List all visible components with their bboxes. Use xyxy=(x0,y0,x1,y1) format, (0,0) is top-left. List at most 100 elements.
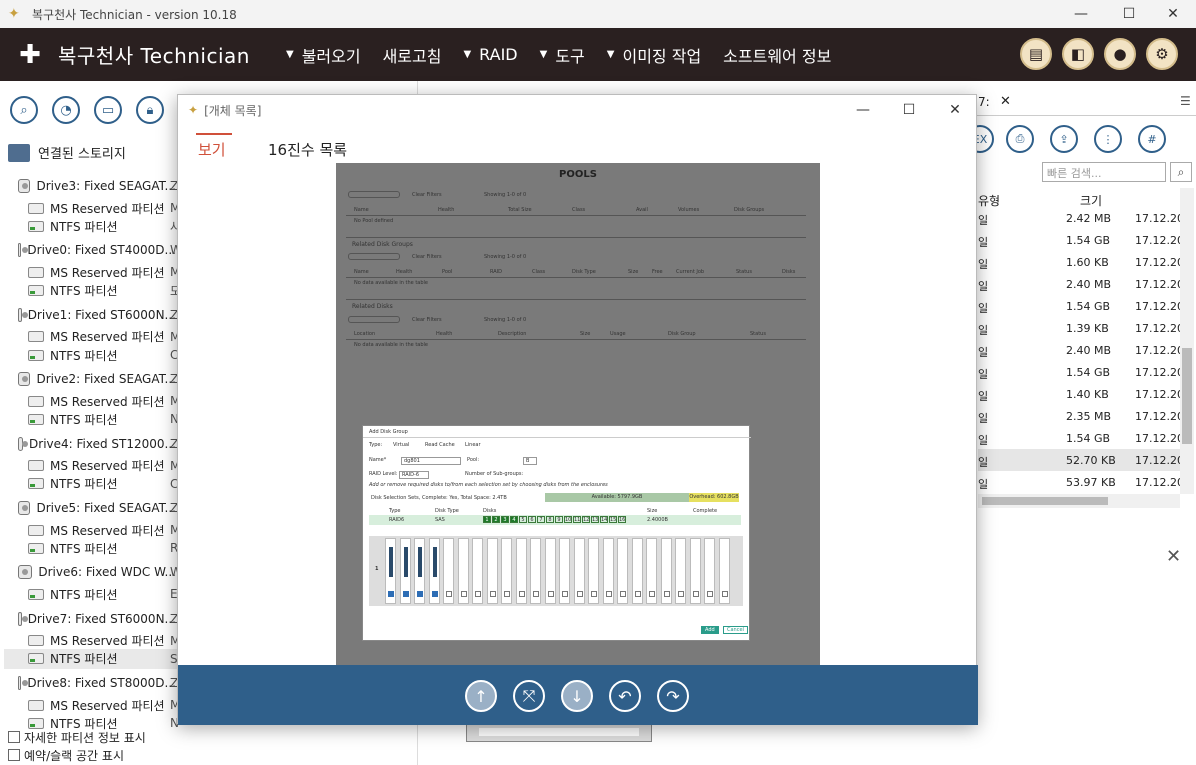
storage-icon xyxy=(8,143,30,162)
close-icon[interactable]: ✕ xyxy=(1166,546,1181,567)
partition-icon xyxy=(28,478,44,490)
hard-drive-icon xyxy=(18,307,28,322)
user-icon[interactable]: ● xyxy=(1104,38,1136,70)
file-row[interactable]: 일 1.40 KB 17.12.202 xyxy=(978,383,1191,405)
slack-space-checkbox[interactable] xyxy=(8,749,20,761)
drive-item[interactable]: Drive7: Fixed ST6000N... xyxy=(18,609,176,629)
preview-col-header: Health xyxy=(436,331,453,337)
settings-gear-icon[interactable]: ⚙ xyxy=(1146,38,1178,70)
partition-item[interactable]: NTFS 파티션 xyxy=(28,538,176,558)
file-row[interactable]: 일 2.40 MB 17.12.202 xyxy=(978,273,1191,295)
partition-item[interactable]: NTFS 파티션 xyxy=(28,216,176,236)
panel-icon[interactable]: ◧ xyxy=(1062,38,1094,70)
available-bar: Available: 5797.9GB xyxy=(545,493,689,502)
partition-item[interactable]: NTFS 파티션 xyxy=(28,584,176,604)
partition-item[interactable]: MS Reserved 파티션 xyxy=(28,456,176,476)
tree-icon[interactable]: ⋮ xyxy=(1094,125,1122,153)
vertical-scrollbar[interactable] xyxy=(1180,188,1194,494)
fit-screen-icon[interactable]: ⤧ xyxy=(513,680,545,712)
quick-search-input[interactable]: 빠른 검색... xyxy=(1042,162,1166,182)
file-type: 일 xyxy=(978,434,989,447)
disk-number-box: 13 xyxy=(591,516,599,523)
drive-item[interactable]: Drive8: Fixed ST8000D... xyxy=(18,673,176,693)
scroll-thumb[interactable] xyxy=(982,497,1108,505)
disk-slot xyxy=(617,538,628,604)
detail-partition-label: 자세한 파티션 정보 표시 xyxy=(24,731,146,745)
partition-item[interactable]: MS Reserved 파티션 xyxy=(28,327,176,347)
tab-menu-icon[interactable]: ☰ xyxy=(1180,94,1191,108)
drive-icon[interactable]: ▭ xyxy=(94,96,122,124)
dialog-close-button[interactable]: ✕ xyxy=(932,95,978,125)
drive-item[interactable]: Drive4: Fixed ST12000... xyxy=(18,434,176,454)
drive-item[interactable]: Drive2: Fixed SEAGAT... xyxy=(18,369,176,389)
maximize-button[interactable]: ☐ xyxy=(1106,0,1152,28)
horizontal-scrollbar[interactable] xyxy=(978,494,1180,508)
arrow-up-icon[interactable]: ↑ xyxy=(465,680,497,712)
print-icon[interactable]: ⎙ xyxy=(1006,125,1034,153)
close-button[interactable]: ✕ xyxy=(1150,0,1196,28)
rotate-right-icon[interactable]: ↷ xyxy=(657,680,689,712)
file-row[interactable]: 일 1.60 KB 17.12.202 xyxy=(978,251,1191,273)
partition-item[interactable]: MS Reserved 파티션 xyxy=(28,520,176,540)
partition-item[interactable]: MS Reserved 파티션 xyxy=(28,631,176,651)
clear-filters: Clear Filters xyxy=(412,254,442,260)
tree-label: Drive4: Fixed ST12000... xyxy=(29,436,176,451)
drive-item[interactable]: Drive5: Fixed SEAGAT... xyxy=(18,498,176,518)
scroll-thumb[interactable] xyxy=(1182,348,1192,444)
rotate-left-icon[interactable]: ↶ xyxy=(609,680,641,712)
drive-item[interactable]: Drive6: Fixed WDC W... xyxy=(18,562,176,582)
navigation-bar: ↑ ⤧ ↓ ↶ ↷ xyxy=(178,665,978,725)
detail-partition-checkbox[interactable] xyxy=(8,731,20,743)
file-row[interactable]: 일 1.54 GB 17.12.202 xyxy=(978,427,1191,449)
partition-item[interactable]: NTFS 파티션 xyxy=(28,409,176,429)
export-icon[interactable]: ⇪ xyxy=(1050,125,1078,153)
tab-close-icon[interactable]: ✕ xyxy=(1000,94,1011,109)
dialog-maximize-button[interactable]: ☐ xyxy=(886,95,932,125)
menu-about[interactable]: 소프트웨어 정보 xyxy=(723,43,831,67)
scan-icon[interactable]: ◔ xyxy=(52,96,80,124)
menu-raid[interactable]: ▼ RAID xyxy=(463,45,517,64)
partition-item[interactable]: NTFS 파티션 xyxy=(28,345,176,365)
file-row[interactable]: 일 1.54 GB 17.12.202 xyxy=(978,229,1191,251)
hash-icon[interactable]: # xyxy=(1138,125,1166,153)
dialog-minimize-button[interactable]: — xyxy=(840,95,886,125)
partition-item[interactable]: NTFS 파티션 xyxy=(28,281,176,301)
file-row[interactable]: 일 2.42 MB 17.12.202 xyxy=(978,207,1191,229)
menu-refresh[interactable]: 새로고침 xyxy=(383,43,442,67)
lock-icon[interactable]: 🔒︎ xyxy=(136,96,164,124)
file-row[interactable]: 일 53.97 KB 17.12.202 xyxy=(978,471,1191,493)
file-row[interactable]: 일 1.39 KB 17.12.202 xyxy=(978,317,1191,339)
tab-hex[interactable]: 16진수 목록 xyxy=(268,139,347,160)
file-row[interactable]: 일 2.40 MB 17.12.202 xyxy=(978,339,1191,361)
file-tab-label[interactable]: 7: xyxy=(978,95,990,109)
disk-slot xyxy=(704,538,715,604)
tree-label: Drive2: Fixed SEAGAT... xyxy=(36,372,176,387)
app-name: 복구천사 Technician xyxy=(58,44,250,68)
partition-item[interactable]: MS Reserved 파티션 xyxy=(28,262,176,282)
file-row[interactable]: 일 1.54 GB 17.12.202 xyxy=(978,361,1191,383)
slot-checkbox xyxy=(663,591,670,597)
partition-item[interactable]: MS Reserved 파티션 xyxy=(28,391,176,411)
search-icon[interactable]: ⌕ xyxy=(10,96,38,124)
partition-item[interactable]: NTFS 파티션 xyxy=(28,474,176,494)
partition-item[interactable]: MS Reserved 파티션 xyxy=(28,695,176,715)
col-size: Size xyxy=(647,508,658,514)
drive-item[interactable]: Drive3: Fixed SEAGAT... xyxy=(18,176,176,196)
file-row[interactable]: 일 2.35 MB 17.12.202 xyxy=(978,405,1191,427)
arrow-down-icon[interactable]: ↓ xyxy=(561,680,593,712)
drive-item[interactable]: Drive1: Fixed ST6000N... xyxy=(18,305,176,325)
license-icon[interactable]: ▤ xyxy=(1020,38,1052,70)
partition-item[interactable]: NTFS 파티션 xyxy=(4,648,180,669)
tree-label: NTFS 파티션 xyxy=(50,587,118,602)
drive-item[interactable]: Drive0: Fixed ST4000D... xyxy=(18,240,176,260)
file-size: 2.35 MB xyxy=(1066,410,1112,423)
file-row[interactable]: 일 52.70 KB 17.12.202 xyxy=(978,449,1191,471)
tab-view[interactable]: 보기 xyxy=(198,139,226,160)
search-icon[interactable]: ⌕ xyxy=(1170,162,1192,182)
minimize-button[interactable]: — xyxy=(1058,0,1104,28)
menu-imaging[interactable]: ▼ 이미징 작업 xyxy=(607,43,701,67)
menu-tools[interactable]: ▼ 도구 xyxy=(540,43,585,67)
file-row[interactable]: 일 1.54 GB 17.12.202 xyxy=(978,295,1191,317)
partition-item[interactable]: MS Reserved 파티션 xyxy=(28,198,176,218)
menu-load[interactable]: ▼ 불러오기 xyxy=(286,43,361,67)
